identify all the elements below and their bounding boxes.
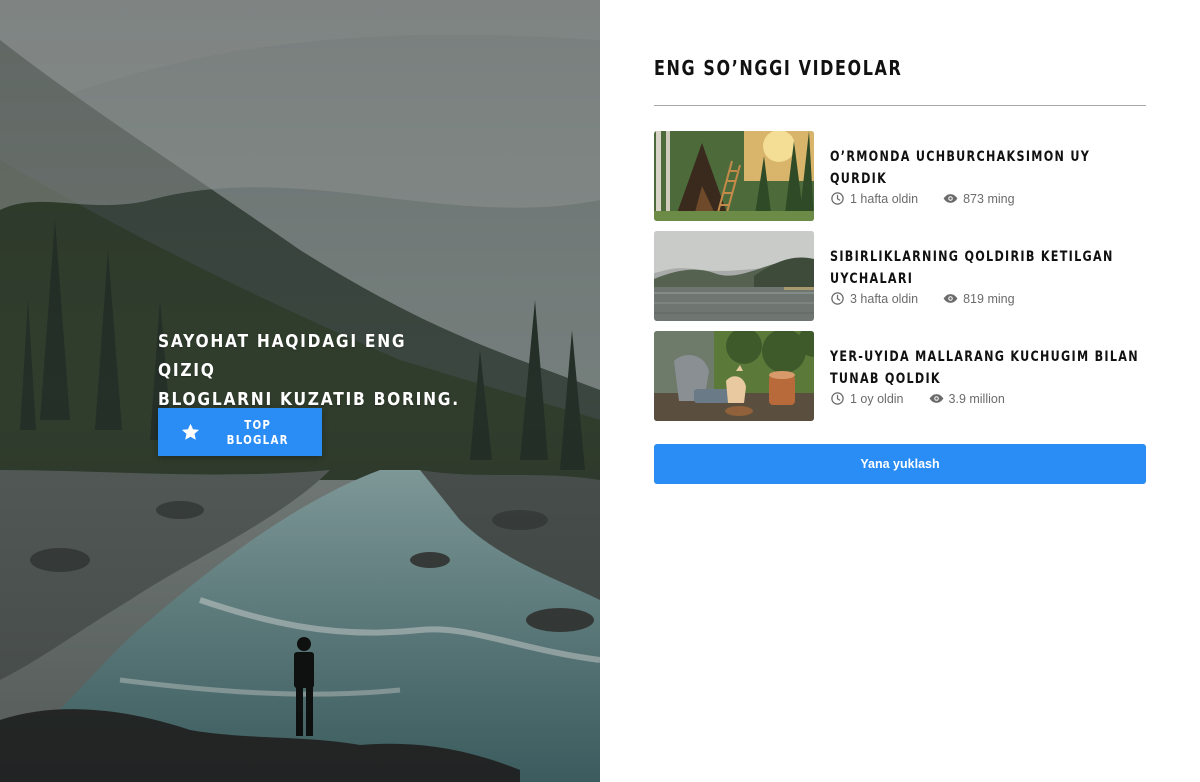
hero-title-line-1: SAYOHAT HAQIDAGI ENG QIZIQ [158,331,407,381]
view-count: 3.9 million [929,391,1005,406]
campfire-dog-thumbnail [654,331,814,421]
video-title-line-1: O’RMONDA UCHBURCHAKSIMON UY QURDIK [830,149,1091,187]
upload-time: 1 oy oldin [830,391,904,406]
eye-icon [943,194,958,203]
clock-icon [831,192,844,205]
hero-content: SAYOHAT HAQIDAGI ENG QIZIQ BLOGLARNI KUZ… [158,327,518,456]
video-title-line-2: UYCHALARI [830,271,914,287]
video-meta: 1 hafta oldin 873 ming [830,191,1146,206]
video-thumbnail[interactable] [654,231,814,321]
view-count-text: 819 ming [963,291,1015,306]
upload-time-text: 1 hafta oldin [850,191,919,206]
video-meta: 1 oy oldin 3.9 million [830,391,1146,406]
video-thumbnail[interactable] [654,131,814,221]
a-frame-cabin-thumbnail [654,131,814,221]
video-info: SIBIRLIKLARNING QOLDIRIB KETILGAN UYCHAL… [830,231,1146,321]
video-info: O’RMONDA UCHBURCHAKSIMON UY QURDIK 1 haf… [830,131,1146,221]
hero-title: SAYOHAT HAQIDAGI ENG QIZIQ BLOGLARNI KUZ… [158,327,468,414]
top-blogs-button[interactable]: TOP BLOGLAR [158,408,322,456]
hero-title-line-2: BLOGLARNI KUZATIB BORING. [158,389,460,410]
top-blogs-button-label: TOP BLOGLAR [226,417,289,447]
clock-icon [831,292,844,305]
hero-section: SAYOHAT HAQIDAGI ENG QIZIQ BLOGLARNI KUZ… [0,0,600,782]
video-item[interactable]: SIBIRLIKLARNING QOLDIRIB KETILGAN UYCHAL… [654,231,1146,321]
view-count-text: 3.9 million [948,391,1005,406]
siberian-lake-thumbnail [654,231,814,321]
star-icon [181,423,200,440]
eye-icon [929,394,943,403]
heading-divider [654,105,1146,106]
video-title-line-1: YER-UYIDA MALLARANG KUCHUGIM BILAN [830,349,1139,365]
upload-time: 3 hafta oldin [830,291,918,306]
video-info: YER-UYIDA MALLARANG KUCHUGIM BILAN TUNAB… [830,331,1146,421]
video-item[interactable]: O’RMONDA UCHBURCHAKSIMON UY QURDIK 1 haf… [654,131,1146,221]
upload-time-text: 1 oy oldin [850,391,904,406]
upload-time: 1 hafta oldin [830,191,918,206]
upload-time-text: 3 hafta oldin [850,291,919,306]
video-title[interactable]: SIBIRLIKLARNING QOLDIRIB KETILGAN UYCHAL… [830,246,1142,290]
view-count-text: 873 ming [963,191,1015,206]
clock-icon [831,392,844,405]
video-title[interactable]: YER-UYIDA MALLARANG KUCHUGIM BILAN TUNAB… [830,346,1142,390]
video-title-line-2: TUNAB QOLDIK [830,371,941,387]
eye-icon [943,294,958,303]
view-count: 819 ming [943,291,1015,306]
latest-videos-heading: ENG SO’NGGI VIDEOLAR [654,56,903,80]
video-title-line-1: SIBIRLIKLARNING QOLDIRIB KETILGAN [830,249,1114,265]
video-thumbnail[interactable] [654,331,814,421]
video-item[interactable]: YER-UYIDA MALLARANG KUCHUGIM BILAN TUNAB… [654,331,1146,421]
view-count: 873 ming [943,191,1015,206]
video-meta: 3 hafta oldin 819 ming [830,291,1146,306]
load-more-button[interactable]: Yana yuklash [654,444,1146,484]
video-title[interactable]: O’RMONDA UCHBURCHAKSIMON UY QURDIK [830,146,1142,190]
